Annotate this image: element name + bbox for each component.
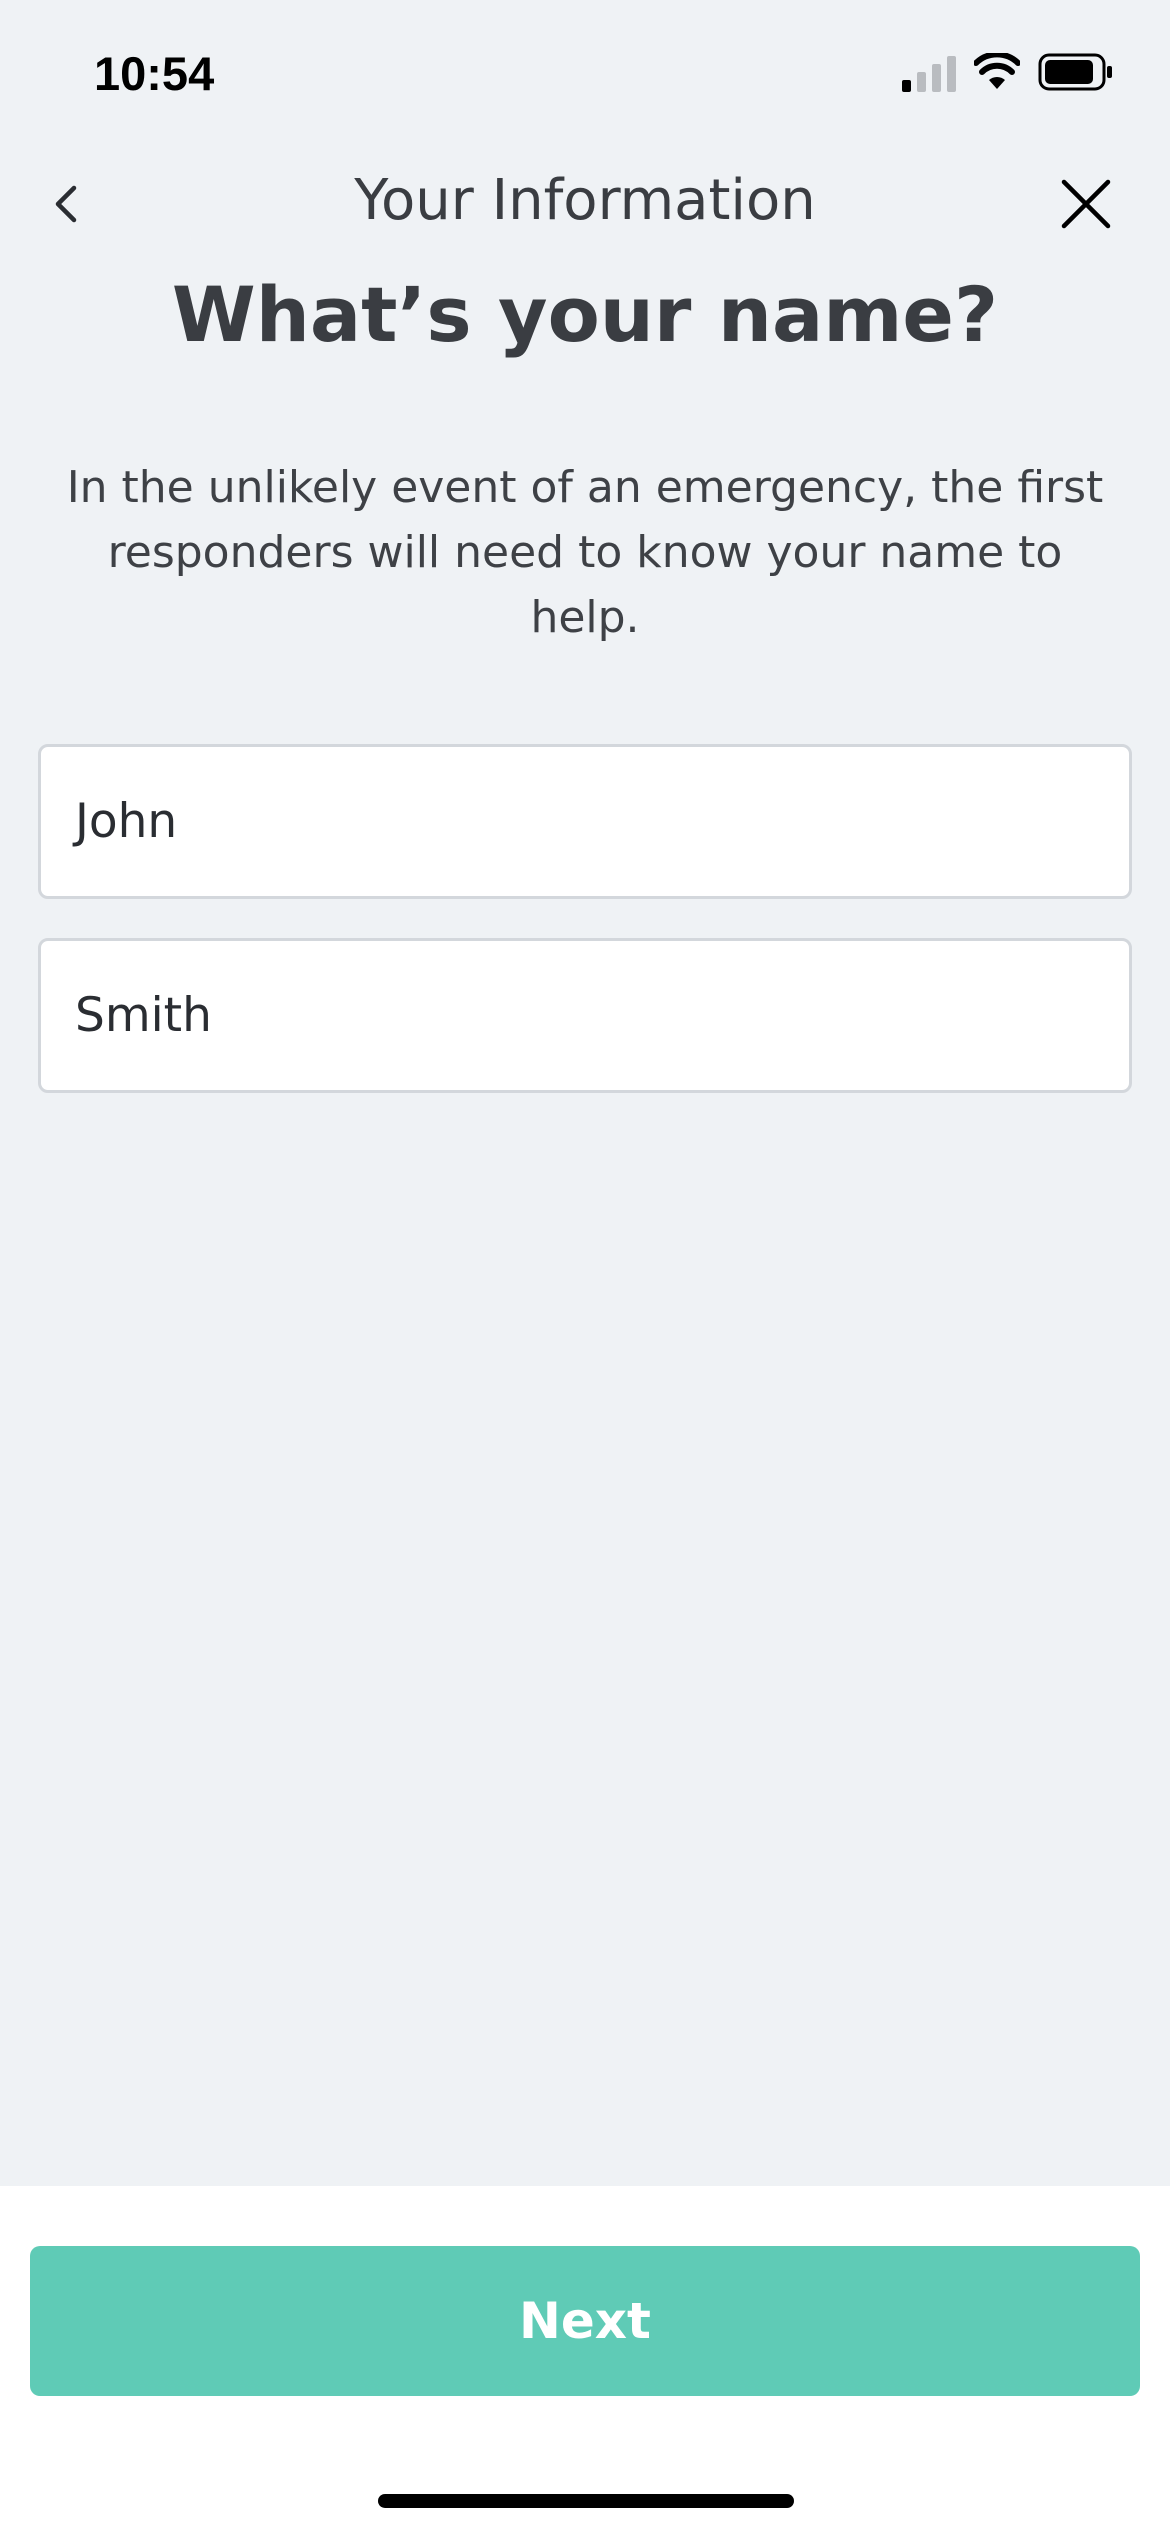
last-name-field[interactable]: Smith <box>38 938 1132 1093</box>
next-button[interactable]: Next <box>30 2246 1140 2396</box>
last-name-value: Smith <box>75 988 212 1043</box>
status-time: 10:54 <box>94 47 215 100</box>
wifi-icon <box>974 53 1020 89</box>
nav-bar: Your Information <box>0 160 1170 250</box>
cellular-signal-icon <box>902 52 956 92</box>
status-bar: 10:54 <box>0 0 1170 140</box>
close-button[interactable] <box>1058 176 1114 232</box>
battery-icon <box>1038 53 1112 91</box>
description-text: In the unlikely event of an emergency, t… <box>66 462 1104 643</box>
first-name-value: John <box>75 794 178 849</box>
close-icon <box>1061 179 1111 229</box>
page-title: What’s your name? <box>171 270 999 359</box>
nav-title: Your Information <box>354 168 816 233</box>
bottom-panel: Next <box>0 2186 1170 2532</box>
home-indicator <box>378 2494 794 2508</box>
first-name-field[interactable]: John <box>38 744 1132 899</box>
status-icons <box>902 52 1114 92</box>
